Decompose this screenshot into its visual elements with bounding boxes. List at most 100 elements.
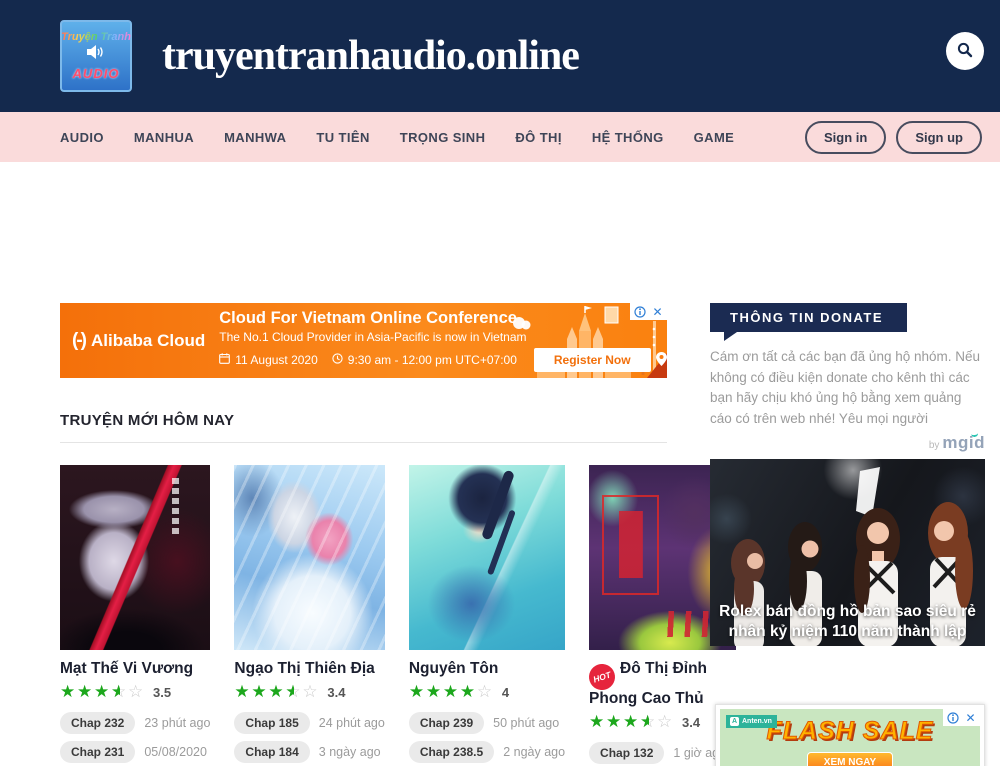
star-icon: ☆★ [111,684,128,701]
chapter-button[interactable]: Chap 232 [60,712,135,734]
chapter-time: 50 phút ago [493,716,559,730]
alibaba-logo-icon: (-) [72,330,85,352]
hot-badge: HOT [586,661,619,694]
chapter-button[interactable]: Chap 231 [60,741,135,763]
star-icon: ☆ [657,714,674,731]
nav-item--th-[interactable]: ĐÔ THỊ [515,130,561,145]
chapter-time: 05/08/2020 [144,745,207,759]
star-icon: ☆★ [285,684,302,701]
donate-ribbon: THÔNG TIN DONATE [710,303,907,332]
rating-value: 3.5 [153,685,171,700]
flash-sale-creative: A Anten.vn FLASH SALE XEM NGAY [720,709,980,766]
register-now-button[interactable]: Register Now [534,348,651,372]
star-rating: ★★★★☆ [409,684,494,701]
comic-cover[interactable] [60,465,210,650]
rating-value: 3.4 [327,685,345,700]
advertiser-logo-icon: A [730,717,739,726]
nav-item-audio[interactable]: AUDIO [60,130,104,145]
comic-card: Nguyên Tôn ★★★★☆ 4 Chap 239 50 phút ago … [409,465,565,766]
nav-item-tu-ti-n[interactable]: TU TIÊN [316,130,369,145]
rating-row: ★★★☆★☆ 3.5 [60,684,210,701]
site-title[interactable]: truyentranhaudio.online [162,32,579,80]
star-icon: ☆ [302,684,319,701]
star-icon: ★ [77,684,94,701]
star-icon: ☆★ [640,714,657,731]
comic-card: Mạt Thế Vi Vương ★★★☆★☆ 3.5 Chap 232 23 … [60,465,210,766]
chapter-button[interactable]: Chap 185 [234,712,309,734]
star-rating: ★★★☆★☆ [234,684,319,701]
rating-row: ★★★☆★☆ 3.4 [234,684,384,701]
flash-sale-ad[interactable]: A Anten.vn FLASH SALE XEM NGAY [715,704,985,766]
nav-item-tr-ng-sinh[interactable]: TRỌNG SINH [400,130,486,145]
chapter-button[interactable]: Chap 184 [234,741,309,763]
alibaba-cloud-logo: (-) Alibaba Cloud [72,330,205,352]
rating-value: 4 [502,685,509,700]
ad-info-icon[interactable] [632,304,647,319]
sign-up-button[interactable]: Sign up [896,121,982,154]
chapter-row: Chap 184 3 ngày ago [234,741,384,763]
star-icon: ★ [251,684,268,701]
chapter-row: Chap 232 23 phút ago [60,712,210,734]
logo-text-top: Truyện Tranh [61,31,131,43]
mgid-attribution[interactable]: bymgid [710,433,985,453]
header: Truyện Tranh AUDIO truyentranhaudio.onli… [0,0,1000,112]
chapter-time: 2 ngày ago [503,745,565,759]
main-column: (-) Alibaba Cloud Cloud For Vietnam Onli… [60,303,667,766]
star-icon: ★ [426,684,443,701]
ad-title: Cloud For Vietnam Online Conference [219,309,666,328]
search-button[interactable] [946,32,984,70]
chapter-row: Chap 238.5 2 ngày ago [409,741,565,763]
mgid-logo: mgid [942,433,985,452]
star-icon: ★ [623,714,640,731]
ad-close-icon[interactable]: ✕ [650,304,665,319]
chapter-button[interactable]: Chap 132 [589,742,664,764]
star-icon: ☆ [477,684,494,701]
nav-item-manhwa[interactable]: MANHWA [224,130,286,145]
chapter-row: Chap 239 50 phút ago [409,712,565,734]
star-icon: ★ [589,714,606,731]
star-rating: ★★★☆★☆ [60,684,145,701]
star-icon: ★ [60,684,77,701]
alibaba-ad-banner[interactable]: (-) Alibaba Cloud Cloud For Vietnam Onli… [60,303,667,378]
chapter-time: 3 ngày ago [319,745,381,759]
chapter-row: Chap 185 24 phút ago [234,712,384,734]
comic-title[interactable]: Mạt Thế Vi Vương [60,660,210,679]
star-icon: ★ [94,684,111,701]
nav-menu: AUDIO MANHUA MANHWA TU TIÊN TRỌNG SINH ĐÔ THỊ… [60,130,734,145]
comic-title[interactable]: Nguyên Tôn [409,660,565,679]
chapter-button[interactable]: Chap 239 [409,712,484,734]
rolex-ad-caption: Rolex bán đồng hồ bản sao siêu rẻ nhân k… [710,602,985,641]
star-icon: ★ [443,684,460,701]
sign-in-button[interactable]: Sign in [805,121,886,154]
ad-controls: ✕ [630,303,667,320]
section-title: TRUYỆN MỚI HÔM NAY [60,412,667,429]
location-pin-icon [656,352,667,369]
content: (-) Alibaba Cloud Cloud For Vietnam Onli… [60,303,1000,766]
nav-item-manhua[interactable]: MANHUA [134,130,194,145]
comic-cover[interactable] [234,465,384,650]
comic-title[interactable]: Ngạo Thị Thiên Địa [234,660,384,679]
comic-cover[interactable] [409,465,565,650]
star-icon: ★ [234,684,251,701]
star-icon: ★ [460,684,477,701]
rolex-native-ad[interactable]: Rolex bán đồng hồ bản sao siêu rẻ nhân k… [710,459,985,646]
star-icon: ★ [268,684,285,701]
clock-icon [332,353,343,367]
nav-item-game[interactable]: GAME [694,130,735,145]
flash-info-icon[interactable] [945,710,960,725]
flash-close-icon[interactable]: ✕ [963,710,978,725]
chapter-time: 24 phút ago [319,716,385,730]
site-logo[interactable]: Truyện Tranh AUDIO [60,20,132,92]
chapter-list: Chap 185 24 phút ago Chap 184 3 ngày ago [234,712,384,763]
ad-text-block: Cloud For Vietnam Online Conference The … [219,309,666,373]
chapter-list: Chap 232 23 phút ago Chap 231 05/08/2020 [60,712,210,763]
star-rating: ★★★☆★☆ [589,714,674,731]
rating-value: 3.4 [682,715,700,730]
chapter-button[interactable]: Chap 238.5 [409,741,494,763]
chapter-time: 23 phút ago [144,716,210,730]
nav-item-h-th-ng[interactable]: HỆ THỐNG [592,130,664,145]
xem-ngay-button[interactable]: XEM NGAY [807,752,893,766]
page: Truyện Tranh AUDIO truyentranhaudio.onli… [0,0,1000,766]
sidebar: THÔNG TIN DONATE Cám ơn tất cả các bạn đ… [710,303,985,766]
calendar-icon [219,353,230,367]
